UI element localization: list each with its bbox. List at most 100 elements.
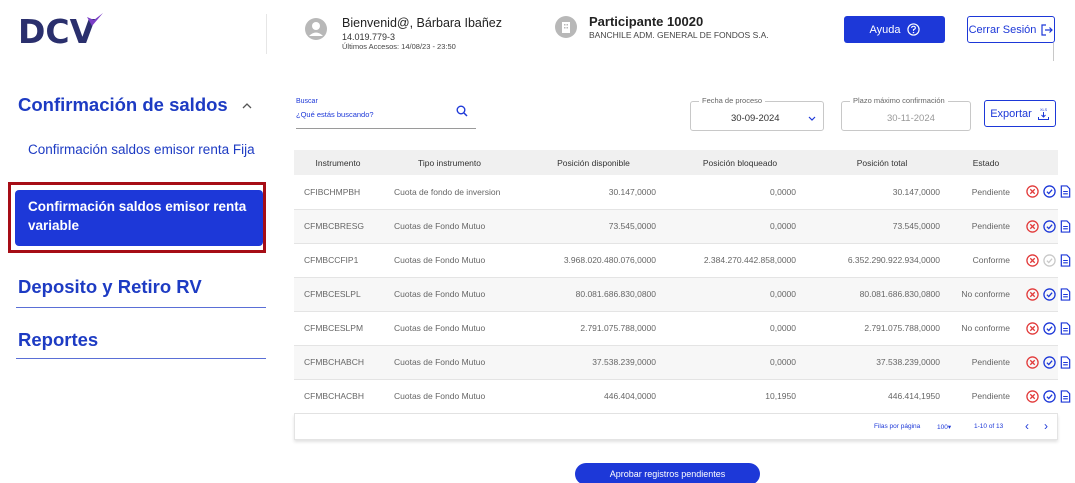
caret-down-icon: ▾ (947, 424, 952, 431)
approve-icon[interactable] (1043, 355, 1056, 369)
dcv-logo[interactable]: DCV (18, 10, 108, 50)
participant-title: Participante 10020 (589, 14, 704, 29)
document-icon[interactable] (1060, 185, 1071, 198)
fecha-proceso-value: 30-09-2024 (731, 113, 780, 124)
fecha-proceso-label: Fecha de proceso (699, 96, 766, 105)
chevron-right-icon[interactable]: › (1044, 419, 1048, 433)
rows-per-page-select[interactable]: 100▾ (937, 423, 951, 431)
plazo-confirmacion-value: 30-11-2024 (887, 113, 935, 124)
document-icon[interactable] (1060, 321, 1071, 335)
table-row[interactable]: CFIBCHMPBH Cuota de fondo de inversion 30.… (294, 175, 1071, 210)
row-actions (1018, 311, 1071, 346)
sidebar-divider (16, 307, 266, 308)
export-button[interactable]: Exportar XLS (984, 100, 1056, 127)
table-cell: 446.414,1950 (810, 379, 954, 414)
chevron-up-icon (242, 102, 252, 108)
table-row[interactable]: CFMBCHACBH Cuotas de Fondo Mutuo 446.404,0… (294, 379, 1071, 414)
column-header[interactable]: Posición bloqueado (670, 150, 810, 175)
row-actions (1018, 175, 1071, 210)
table-row[interactable]: CFMBCESLPL Cuotas de Fondo Mutuo 80.081.68… (294, 277, 1071, 312)
reject-icon[interactable] (1026, 253, 1039, 267)
document-icon[interactable] (1060, 219, 1071, 233)
document-icon[interactable] (1060, 389, 1071, 403)
sidebar-item-renta-fija[interactable]: Confirmación saldos emisor renta Fija (28, 141, 258, 159)
table-row[interactable]: CFMBCBRESG Cuotas de Fondo Mutuo 73.545,00… (294, 209, 1071, 244)
table-cell: CFIBCHMPBH (294, 175, 382, 210)
table-cell: 80.081.686.830,0800 (810, 277, 954, 312)
reject-icon[interactable] (1026, 321, 1039, 335)
logout-button[interactable]: Cerrar Sesión (967, 16, 1055, 43)
table-header-row: Instrumento Tipo instrumento Posición di… (294, 150, 1058, 175)
help-button-label: Ayuda (869, 23, 901, 36)
approve-icon[interactable] (1043, 321, 1056, 335)
rows-per-page-value: 100 (937, 424, 948, 431)
table-pagination: Filas por página 100▾ 1-10 of 13 ‹ › (294, 414, 1058, 440)
building-icon (555, 16, 577, 38)
approve-icon[interactable] (1043, 185, 1056, 198)
svg-text:XLS: XLS (1040, 108, 1048, 112)
document-icon[interactable] (1060, 287, 1071, 301)
sidebar-section-deposito[interactable]: Deposito y Retiro RV (18, 276, 202, 298)
search-icon[interactable] (456, 105, 468, 117)
table-cell: Cuotas de Fondo Mutuo (382, 311, 517, 346)
reject-icon[interactable] (1026, 287, 1039, 301)
user-rut: 14.019.779-3 (342, 32, 396, 42)
table-cell: Conforme (954, 243, 1018, 278)
table-cell: 0,0000 (670, 277, 810, 312)
balances-table: Instrumento Tipo instrumento Posición di… (294, 150, 1071, 414)
row-actions (1018, 379, 1071, 414)
table-cell: 73.545,0000 (810, 209, 954, 244)
approve-pending-button[interactable]: Aprobar registros pendientes (575, 463, 760, 483)
approve-icon[interactable] (1043, 219, 1056, 233)
reject-icon[interactable] (1026, 389, 1039, 403)
user-last-access: Últimos Accesos: 14/08/23 - 23:50 (342, 42, 456, 51)
column-header[interactable]: Posición disponible (517, 150, 670, 175)
table-row[interactable]: CFMBCHABCH Cuotas de Fondo Mutuo 37.538.23… (294, 345, 1071, 380)
table-cell: Cuotas de Fondo Mutuo (382, 209, 517, 244)
table-cell: 0,0000 (670, 175, 810, 210)
column-header[interactable]: Instrumento (294, 150, 382, 175)
column-header[interactable]: Estado (954, 150, 1018, 175)
search-input[interactable] (296, 110, 446, 119)
table-cell: 2.791.075.788,0000 (810, 311, 954, 346)
sidebar-divider (16, 358, 266, 359)
document-icon[interactable] (1060, 253, 1071, 267)
user-greeting: Bienvenid@, Bárbara Ibañez (342, 16, 503, 30)
table-cell: 0,0000 (670, 209, 810, 244)
approve-icon[interactable] (1043, 287, 1056, 301)
search-field[interactable]: Buscar (296, 98, 476, 129)
fecha-proceso-select[interactable]: Fecha de proceso 30-09-2024 (690, 96, 824, 131)
approve-icon[interactable] (1043, 389, 1056, 403)
row-actions (1018, 345, 1071, 380)
header-tick (1053, 43, 1054, 61)
rows-per-page-label: Filas por página (874, 423, 921, 430)
sidebar-item-renta-variable[interactable]: Confirmación saldos emisor renta variabl… (15, 190, 263, 246)
table-cell: 6.352.290.922.934,0000 (810, 243, 954, 278)
table-cell: 73.545,0000 (517, 209, 670, 244)
chevron-left-icon[interactable]: ‹ (1025, 419, 1029, 433)
table-row[interactable]: CFMBCESLPM Cuotas de Fondo Mutuo 2.791.075… (294, 311, 1071, 346)
reject-icon[interactable] (1026, 219, 1039, 233)
export-button-label: Exportar (990, 107, 1032, 120)
logout-icon (1041, 23, 1054, 36)
table-cell: 2.791.075.788,0000 (517, 311, 670, 346)
logo-check-icon (87, 13, 103, 26)
table-cell: No conforme (954, 277, 1018, 312)
column-header[interactable]: Tipo instrumento (382, 150, 517, 175)
table-row[interactable]: CFMBCCFIP1 Cuotas de Fondo Mutuo 3.968.020… (294, 243, 1071, 278)
table-cell: Pendiente (954, 209, 1018, 244)
logo-text: DCV (18, 12, 96, 51)
logout-button-label: Cerrar Sesión (968, 23, 1037, 36)
question-icon (906, 23, 920, 36)
approve-icon (1043, 253, 1056, 267)
table-cell: No conforme (954, 311, 1018, 346)
document-icon[interactable] (1060, 355, 1071, 369)
reject-icon[interactable] (1026, 355, 1039, 369)
help-button[interactable]: Ayuda (844, 16, 945, 43)
sidebar-section-reportes[interactable]: Reportes (18, 329, 98, 351)
reject-icon[interactable] (1026, 185, 1039, 198)
column-header[interactable]: Posición total (810, 150, 954, 175)
table-cell: 0,0000 (670, 345, 810, 380)
table-cell: 3.968.020.480.076,0000 (517, 243, 670, 278)
sidebar-section-confirmacion[interactable]: Confirmación de saldos (18, 94, 252, 116)
